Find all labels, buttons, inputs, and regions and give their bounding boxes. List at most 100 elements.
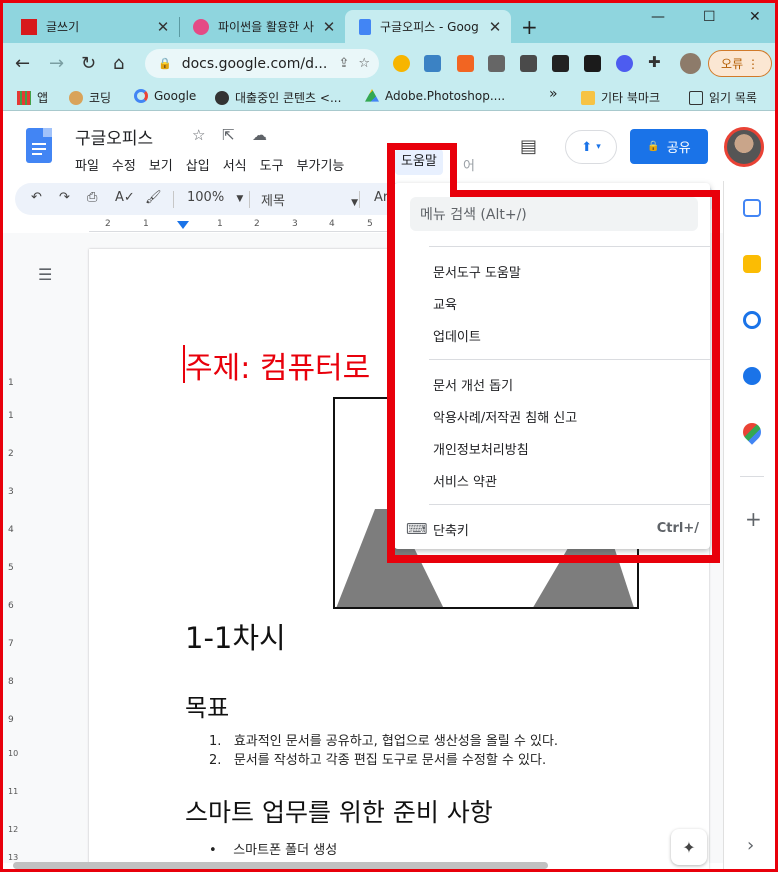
list-item[interactable]: 1. 효과적인 문서를 공유하고, 협업으로 생산성을 올릴 수 있다. — [209, 730, 558, 749]
extension-grid-icon[interactable] — [457, 55, 474, 72]
extension-screen-icon[interactable] — [552, 55, 569, 72]
ruler-number: 13 — [8, 853, 19, 862]
bookmark-adobe[interactable]: Adobe.Photoshop.... — [365, 89, 505, 103]
menu-edit[interactable]: 수정 — [112, 155, 136, 174]
goal-heading[interactable]: 목표 — [185, 688, 229, 723]
forward-arrow-icon[interactable]: → — [49, 53, 64, 74]
menu-item-report-abuse[interactable]: 악용사례/저작권 침해 신고 — [433, 407, 577, 426]
add-addon-icon[interactable]: + — [745, 507, 762, 531]
extension-smile-icon[interactable] — [616, 55, 633, 72]
print-icon[interactable]: ⎙ — [87, 190, 97, 205]
new-tab-button[interactable]: + — [521, 15, 538, 39]
menu-item-privacy[interactable]: 개인정보처리방침 — [433, 439, 529, 458]
close-icon[interactable]: ✕ — [153, 18, 173, 36]
spellcheck-icon[interactable]: A✓ — [115, 190, 135, 205]
close-window-button[interactable]: ✕ — [749, 9, 761, 25]
menu-item-updates[interactable]: 업데이트 — [433, 326, 481, 345]
menu-item-terms[interactable]: 서비스 약관 — [433, 471, 497, 490]
bookmark-google[interactable]: Google — [134, 89, 196, 103]
vertical-ruler[interactable]: 1 1 2 3 4 5 6 7 8 9 10 11 12 13 — [6, 233, 18, 862]
document-heading[interactable]: 주제: 컴퓨터로 — [185, 343, 370, 387]
menu-tools[interactable]: 도구 — [260, 155, 284, 174]
tab-strip: 글쓰기 ✕ 파이썬을 활용한 사 ✕ 구글오피스 - Goog ✕ + — ☐ … — [3, 3, 775, 43]
tab-python[interactable]: 파이썬을 활용한 사 ✕ — [179, 10, 345, 43]
menu-format[interactable]: 서식 — [223, 155, 247, 174]
extension-badge-icon[interactable] — [488, 55, 505, 72]
account-avatar[interactable] — [724, 127, 764, 167]
back-arrow-icon[interactable]: ← — [15, 53, 30, 74]
menu-addons[interactable]: 부가기능 — [297, 155, 345, 174]
address-bar[interactable]: 🔒 docs.google.com/d... ⇪ ☆ — [145, 49, 379, 78]
menu-view[interactable]: 보기 — [149, 155, 173, 174]
extension-cloud-icon[interactable] — [424, 55, 441, 72]
bookmark-star-icon[interactable]: ☆ — [358, 56, 370, 71]
share-icon[interactable]: ⇪ — [338, 56, 349, 71]
list-item[interactable]: 2. 문서를 작성하고 각종 편집 도구로 문서를 수정할 수 있다. — [209, 749, 546, 768]
tasks-icon[interactable] — [743, 311, 761, 329]
document-title[interactable]: 구글오피스 — [75, 124, 153, 149]
profile-avatar-icon[interactable] — [680, 53, 701, 74]
menu-item-feedback[interactable]: 문서 개선 돕기 — [433, 375, 513, 394]
tab-title: 파이썬을 활용한 사 — [218, 20, 314, 34]
maximize-button[interactable]: ☐ — [703, 9, 716, 25]
prep-heading[interactable]: 스마트 업무를 위한 준비 사항 — [185, 793, 493, 829]
reload-icon[interactable]: ↻ — [81, 53, 96, 74]
reading-list[interactable]: 읽기 목록 — [689, 89, 757, 106]
menu-item-shortcuts[interactable]: 단축키 — [433, 520, 469, 539]
present-button[interactable]: ⬆ ▾ — [565, 130, 617, 164]
move-folder-icon[interactable]: ⇱ — [222, 126, 235, 144]
extension-compass-icon[interactable] — [393, 55, 410, 72]
ruler-number: 3 — [8, 487, 14, 497]
menu-item-docs-help[interactable]: 문서도구 도움말 — [433, 262, 521, 281]
home-icon[interactable]: ⌂ — [113, 53, 124, 74]
google-docs-logo-icon[interactable] — [26, 128, 52, 163]
menu-accessibility[interactable]: 어 — [463, 155, 475, 174]
paragraph-style-select[interactable]: 제목 ▼ — [261, 190, 358, 209]
tab-google-office[interactable]: 구글오피스 - Goog ✕ — [345, 10, 511, 43]
document-outline-icon[interactable]: ☰ — [38, 265, 52, 284]
google-docs-icon — [359, 18, 371, 35]
extension-photo-icon[interactable] — [520, 55, 537, 72]
menu-item-training[interactable]: 교육 — [433, 294, 457, 313]
bookmark-overflow-button[interactable]: » — [549, 86, 558, 102]
extension-dark-icon[interactable] — [584, 55, 601, 72]
horizontal-scrollbar[interactable] — [13, 862, 548, 869]
undo-icon[interactable]: ↶ — [31, 190, 42, 205]
bookmark-coding[interactable]: 코딩 — [69, 89, 111, 106]
side-panel: + › — [723, 181, 775, 869]
tab-writing[interactable]: 글쓰기 ✕ — [7, 10, 179, 43]
redo-icon[interactable]: ↷ — [59, 190, 70, 205]
tistory-red-icon — [21, 18, 37, 35]
bookmark-contents[interactable]: 대출중인 콘텐츠 <... — [215, 89, 341, 106]
keep-icon[interactable] — [743, 255, 761, 273]
bookmark-apps[interactable]: 앱 — [17, 89, 48, 106]
error-button[interactable]: 오류 ⋮ — [708, 50, 772, 77]
indent-marker-icon[interactable] — [177, 221, 189, 229]
paint-format-icon[interactable]: 🖌 — [145, 190, 162, 205]
comment-history-icon[interactable]: ▤ — [520, 136, 537, 157]
globe-icon — [215, 90, 229, 105]
list-item[interactable]: • 스마트폰 폴더 생성 — [209, 839, 337, 858]
menu-insert[interactable]: 삽입 — [186, 155, 210, 174]
bookmark-label: 앱 — [37, 91, 49, 105]
cloud-status-icon[interactable]: ☁ — [252, 126, 267, 144]
chevron-right-icon[interactable]: › — [747, 835, 754, 856]
bookmark-label: 읽기 목록 — [709, 91, 757, 105]
menu-file[interactable]: 파일 — [75, 155, 99, 174]
explore-sparkle-button[interactable]: ✦ — [671, 829, 707, 865]
calendar-icon[interactable] — [743, 199, 761, 217]
close-icon[interactable]: ✕ — [319, 18, 339, 36]
session-heading[interactable]: 1-1차시 — [185, 615, 286, 657]
share-button[interactable]: 🔒 공유 — [630, 129, 708, 164]
close-icon[interactable]: ✕ — [485, 18, 505, 36]
maps-pin-icon[interactable] — [739, 419, 765, 445]
extensions-puzzle-icon[interactable]: ✚ — [648, 53, 661, 71]
bookmark-other[interactable]: 기타 북마크 — [581, 89, 660, 106]
star-icon[interactable]: ☆ — [192, 126, 205, 144]
minimize-button[interactable]: — — [651, 9, 665, 25]
contacts-icon[interactable] — [743, 367, 761, 385]
menu-help[interactable]: 도움말 — [395, 149, 443, 175]
ruler-number: 1 — [143, 219, 149, 229]
menu-search-input[interactable]: 메뉴 검색 (Alt+/) — [410, 197, 698, 231]
zoom-select[interactable]: 100% ▼ — [187, 190, 243, 205]
